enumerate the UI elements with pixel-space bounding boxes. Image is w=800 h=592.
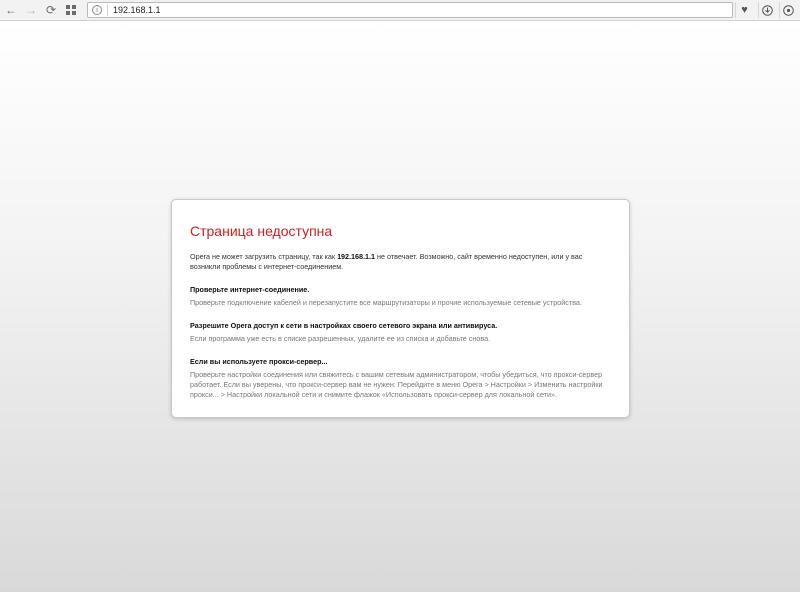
- section-text: Проверьте настройки соединения или свяжи…: [190, 370, 603, 399]
- heart-icon: ♥: [741, 4, 748, 16]
- error-intro: Opera не может загрузить страницу, так к…: [190, 252, 611, 272]
- error-card: Страница недоступна Opera не может загру…: [171, 199, 630, 418]
- section-firewall: Разрешите Opera доступ к сети в настройк…: [190, 321, 611, 344]
- bookmark-button[interactable]: ♥: [735, 2, 753, 18]
- address-divider: [107, 4, 108, 16]
- arrow-left-icon: ←: [5, 3, 17, 17]
- section-text: Если программа уже есть в списке разреше…: [190, 334, 491, 343]
- address-input[interactable]: [113, 4, 732, 16]
- section-text: Проверьте подключение кабелей и перезапу…: [190, 298, 582, 307]
- download-icon: [762, 4, 773, 16]
- browser-toolbar: ← → ⟳ i ♥: [0, 0, 800, 21]
- page-content: Страница недоступна Opera не может загру…: [0, 21, 800, 592]
- back-button[interactable]: ←: [2, 1, 20, 19]
- intro-host: 192.168.1.1: [337, 252, 376, 261]
- arrow-right-icon: →: [25, 3, 37, 17]
- download-button[interactable]: [758, 2, 776, 18]
- section-title: Если вы используете прокси-сервер...: [190, 357, 328, 366]
- error-title: Страница недоступна: [190, 223, 333, 239]
- section-title: Разрешите Opera доступ к сети в настройк…: [190, 321, 498, 330]
- section-check-connection: Проверьте интернет-соединение. Проверьте…: [190, 285, 611, 308]
- intro-text-start: Opera не может загрузить страницу, так к…: [190, 252, 338, 261]
- address-bar[interactable]: i: [87, 2, 733, 18]
- settings-button[interactable]: [779, 2, 797, 18]
- reload-icon: ⟳: [45, 3, 57, 17]
- reload-button[interactable]: ⟳: [42, 1, 60, 19]
- info-icon[interactable]: i: [92, 5, 102, 15]
- speed-dial-button[interactable]: [62, 1, 80, 19]
- section-title: Проверьте интернет-соединение.: [190, 285, 310, 294]
- section-proxy: Если вы используете прокси-сервер... Про…: [190, 357, 611, 400]
- settings-icon: [783, 4, 794, 16]
- grid-icon: [66, 5, 76, 15]
- forward-button[interactable]: →: [22, 1, 40, 19]
